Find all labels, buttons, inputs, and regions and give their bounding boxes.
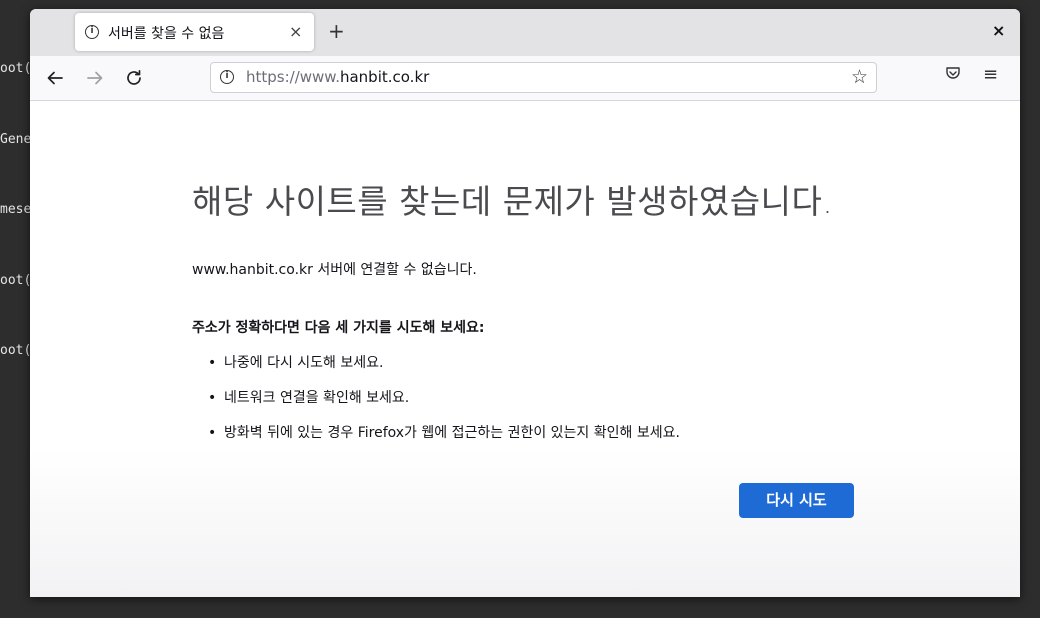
error-heading: 해당 사이트를 찾는데 문제가 발생하였습니다.: [192, 182, 834, 221]
terminal-line: oot(: [0, 343, 32, 358]
bookmark-star-icon[interactable]: ☆: [851, 66, 868, 88]
url-domain: hanbit.co.kr: [339, 68, 430, 86]
terminal-line: oot(: [0, 61, 32, 76]
back-button[interactable]: [42, 65, 68, 91]
arrow-right-icon: [87, 71, 103, 85]
bullet-icon: •: [208, 355, 217, 371]
terminal-text: oot( Gene mese oot( oot(: [0, 10, 31, 410]
list-item: • 네트워크 연결을 확인해 보세요.: [192, 388, 680, 423]
hamburger-menu-icon[interactable]: ≡: [983, 64, 998, 85]
url-bar[interactable]: i https://www.hanbit.co.kr ☆: [210, 62, 877, 93]
browser-window: i 서버를 찾을 수 없음 × + × i https://www.hanbit…: [30, 9, 1020, 597]
suggestions-heading: 주소가 정확하다면 다음 세 가지를 시도해 보세요:: [192, 320, 485, 336]
error-description: www.hanbit.co.kr 서버에 연결할 수 없습니다.: [192, 262, 477, 278]
terminal-line: mese: [0, 202, 32, 217]
pocket-button[interactable]: [944, 65, 962, 83]
url-prefix: https://www.: [246, 68, 340, 86]
arrow-left-icon: [47, 71, 63, 85]
tab-title: 서버를 찾을 수 없음: [108, 26, 225, 42]
error-page: 해당 사이트를 찾는데 문제가 발생하였습니다. www.hanbit.co.k…: [30, 101, 1020, 597]
navigation-toolbar: i https://www.hanbit.co.kr ☆ ≡: [30, 56, 1020, 101]
suggestion-text: 네트워크 연결을 확인해 보세요.: [224, 390, 410, 406]
suggestions-list: • 나중에 다시 시도해 보세요. • 네트워크 연결을 확인해 보세요. • 방화벽…: [192, 353, 680, 458]
window-close-button[interactable]: ×: [992, 21, 1005, 40]
pocket-icon: [946, 67, 960, 79]
url-text[interactable]: https://www.hanbit.co.kr: [246, 68, 429, 86]
reload-button[interactable]: [121, 65, 147, 91]
info-icon[interactable]: i: [220, 70, 234, 84]
terminal-line: Gene: [0, 131, 32, 147]
forward-button[interactable]: [82, 65, 108, 91]
info-icon: i: [85, 25, 99, 39]
bullet-icon: •: [208, 390, 217, 406]
tab-close-icon[interactable]: ×: [289, 22, 302, 41]
tab-active[interactable]: i 서버를 찾을 수 없음 ×: [75, 13, 314, 51]
tab-bar: i 서버를 찾을 수 없음 × + ×: [30, 9, 1020, 56]
reload-icon: [127, 69, 141, 85]
terminal-line: oot(: [0, 272, 32, 288]
suggestion-text: 방화벽 뒤에 있는 경우 Firefox가 웹에 접근하는 권한이 있는지 확인…: [224, 425, 680, 441]
bullet-icon: •: [208, 425, 217, 441]
suggestion-text: 나중에 다시 시도해 보세요.: [224, 355, 384, 371]
new-tab-button[interactable]: +: [328, 19, 345, 43]
list-item: • 방화벽 뒤에 있는 경우 Firefox가 웹에 접근하는 권한이 있는지 확…: [192, 423, 680, 458]
retry-button[interactable]: 다시 시도: [739, 483, 854, 518]
list-item: • 나중에 다시 시도해 보세요.: [192, 353, 680, 388]
